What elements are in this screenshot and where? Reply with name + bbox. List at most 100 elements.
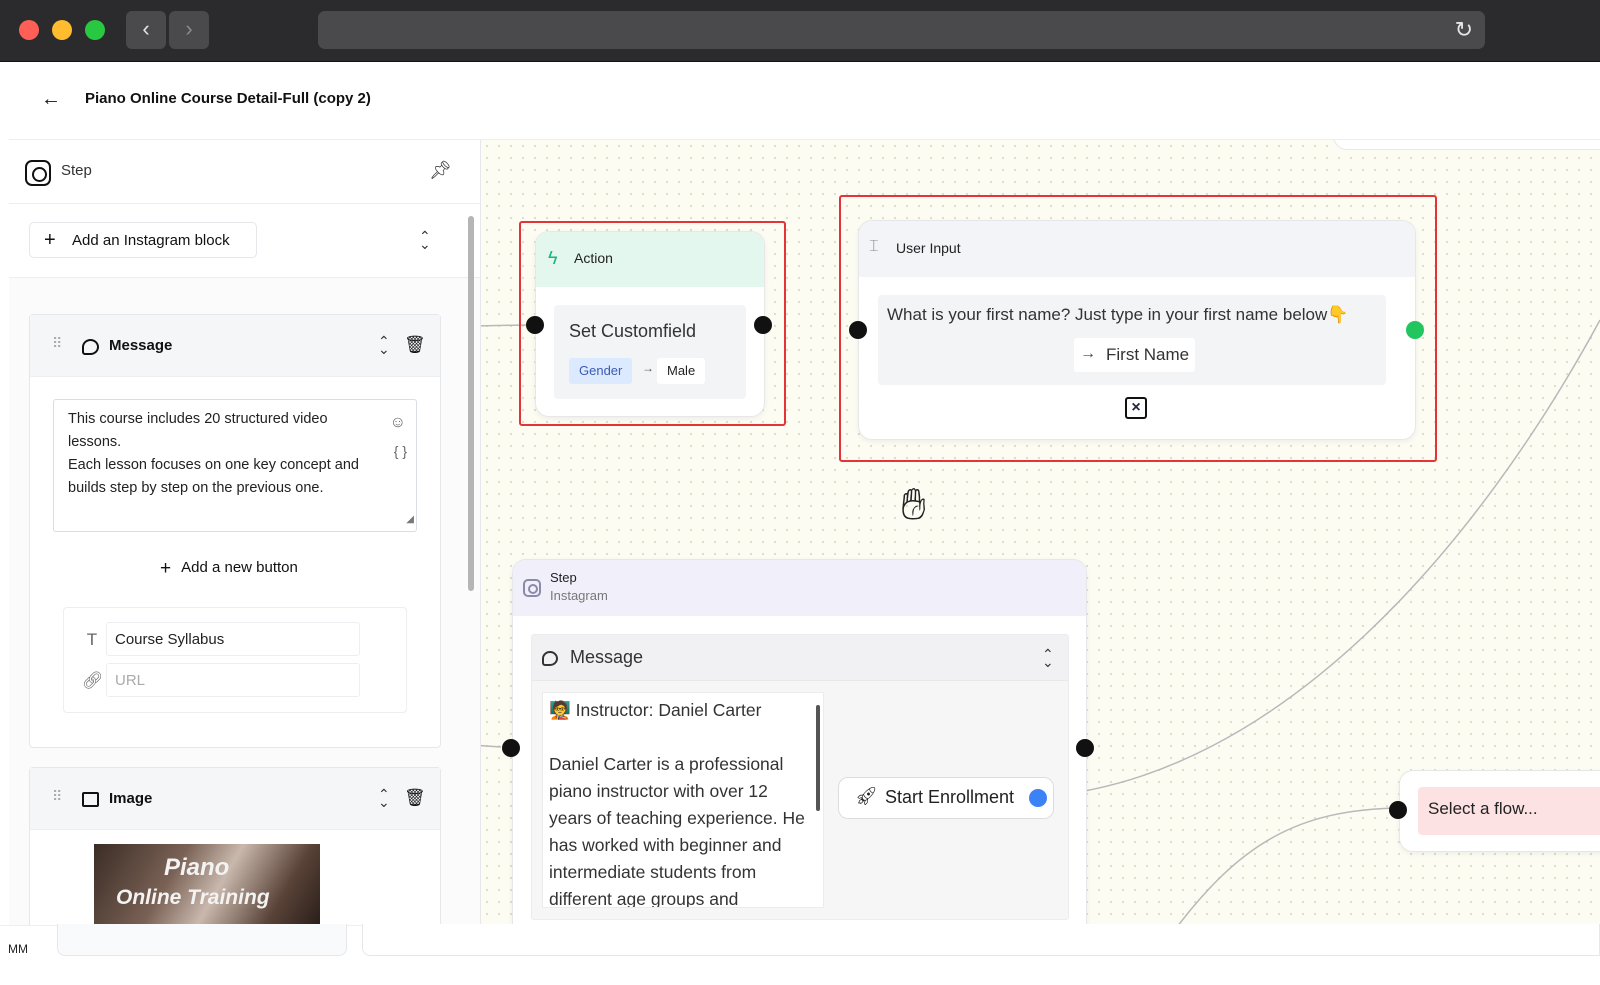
browser-chrome: ‹ › ↻ <box>0 0 1600 62</box>
action-node-header-label: Action <box>574 250 613 266</box>
action-title: Set Customfield <box>569 321 697 341</box>
user-input-question: What is your first name? Just type in yo… <box>887 305 1349 324</box>
message-block-title: Message <box>109 337 173 354</box>
thumbnail-text-line2: Online Training <box>116 886 270 909</box>
step-message-label: Message <box>570 647 644 667</box>
minimize-window-button[interactable] <box>52 20 72 40</box>
address-bar[interactable]: ↻ <box>318 11 1485 49</box>
pin-icon[interactable]: 📌︎ <box>429 160 452 181</box>
back-arrow-icon[interactable]: ← <box>41 88 61 111</box>
start-enrollment-button[interactable]: 🚀︎ Start Enrollment <box>838 777 1054 819</box>
step-output-port[interactable] <box>1076 739 1094 757</box>
collapse-toggle-icon[interactable]: ⌃ ⌄ <box>378 334 390 356</box>
thumbnail-text-line1: Piano <box>164 854 230 881</box>
collapse-toggle-icon[interactable]: ⌃ ⌄ <box>378 787 390 809</box>
user-input-input-port[interactable] <box>849 321 867 339</box>
message-textarea[interactable]: This course includes 20 structured video… <box>53 399 417 532</box>
footer-panel-right <box>362 924 1600 956</box>
start-enrollment-label: Start Enrollment <box>885 787 1015 807</box>
add-instagram-block-button[interactable]: + Add an Instagram block <box>29 222 257 258</box>
arrow-icon: → <box>642 361 654 375</box>
app-header: ← Piano Online Course Detail-Full (copy … <box>9 62 1600 140</box>
step-input-port[interactable] <box>502 739 520 757</box>
flow-canvas[interactable]: ϟ Action Set Customfield Gender → Male ⌶… <box>481 140 1600 935</box>
drag-handle-icon[interactable]: ⠿ <box>52 335 62 352</box>
text-type-icon: T <box>86 630 98 649</box>
user-input-question-box[interactable]: What is your first name? Just type in yo… <box>878 295 1386 385</box>
image-block-card: ⠿ Image ⌃ ⌄ 🗑︎ Piano Online Training <box>29 767 441 935</box>
message-text: This course includes 20 structured video… <box>68 411 359 496</box>
grab-hand-icon: ✋︎ <box>901 480 927 529</box>
wire-into-step <box>481 744 502 748</box>
instagram-icon <box>25 160 51 186</box>
panel-header: Step 📌︎ <box>9 140 480 204</box>
variable-braces-icon[interactable]: { } <box>394 440 407 463</box>
save-to-field-label: First Name <box>1106 345 1190 364</box>
emoji-icon[interactable]: ☺ <box>390 411 406 434</box>
wire-to-flow-node <box>1170 807 1399 935</box>
user-avatar[interactable]: MM <box>8 942 28 956</box>
step-message-header: Message ⌃ ⌄ <box>532 635 1068 681</box>
image-block-title: Image <box>109 790 153 807</box>
set-customfield-action[interactable]: Set Customfield Gender → Male <box>554 305 746 399</box>
add-block-row: + Add an Instagram block ⌃ ⌄ <box>9 204 480 278</box>
maximize-window-button[interactable] <box>85 20 105 40</box>
image-block-header: ⠿ Image ⌃ ⌄ 🗑︎ <box>30 768 440 830</box>
select-flow-node[interactable]: Select a flow... <box>1399 770 1600 852</box>
user-input-node-header-label: User Input <box>896 240 961 256</box>
offscreen-node[interactable] <box>1333 140 1600 150</box>
reload-icon[interactable]: ↻ <box>1455 17 1473 43</box>
link-icon: 🔗︎ <box>82 671 104 690</box>
image-icon <box>82 792 99 807</box>
add-new-button-label: Add a new button <box>181 559 298 576</box>
trash-icon[interactable]: 🗑︎ <box>404 335 426 355</box>
add-new-button[interactable]: + Add a new button <box>160 558 298 580</box>
user-input-node[interactable]: ⌶ User Input What is your first name? Ju… <box>858 220 1416 440</box>
rocket-icon: 🚀︎ <box>855 786 878 806</box>
instagram-step-node[interactable]: Step Instagram Message ⌃ ⌄ 🧑‍🏫 Instructor… <box>512 559 1087 935</box>
footer-panel-left <box>57 924 347 956</box>
button-url-row: 🔗︎ URL <box>82 663 382 699</box>
button-title-input[interactable]: Course Syllabus <box>106 622 360 656</box>
collapse-toggle-icon[interactable]: ⌃ ⌄ <box>1042 647 1054 669</box>
save-to-field-chip[interactable]: → First Name <box>1074 338 1196 372</box>
user-input-node-header: ⌶ User Input <box>859 221 1415 277</box>
flow-input-port[interactable] <box>1389 801 1407 819</box>
message-block-card: ⠿ Message ⌃ ⌄ 🗑︎ This course includes 20 … <box>29 314 441 748</box>
chevron-updown-icon[interactable]: ⌃ ⌄ <box>419 229 431 251</box>
step-node-header: Step Instagram <box>513 560 1086 616</box>
select-flow-field[interactable]: Select a flow... <box>1418 787 1600 835</box>
action-node[interactable]: ϟ Action Set Customfield Gender → Male <box>535 231 765 417</box>
action-node-header: ϟ Action <box>536 232 764 287</box>
button-url-input[interactable]: URL <box>106 663 360 697</box>
action-input-port[interactable] <box>526 316 544 334</box>
message-block-header: ⠿ Message ⌃ ⌄ 🗑︎ <box>30 315 440 377</box>
image-thumbnail[interactable]: Piano Online Training <box>94 844 320 924</box>
resize-handle-icon[interactable]: ◢ <box>406 508 414 531</box>
step-message-block[interactable]: Message ⌃ ⌄ 🧑‍🏫 Instructor: Daniel Carter… <box>531 634 1069 920</box>
input-cursor-icon: ⌶ <box>869 238 879 255</box>
enrollment-button-port[interactable] <box>1029 789 1047 807</box>
button-title-row: T Course Syllabus <box>82 622 382 658</box>
browser-forward-button[interactable]: › <box>169 11 209 49</box>
close-window-button[interactable] <box>19 20 39 40</box>
plus-icon: + <box>44 229 56 251</box>
chat-bubble-icon <box>82 339 99 355</box>
browser-back-button[interactable]: ‹ <box>126 11 166 49</box>
panel-scrollbar[interactable] <box>468 216 474 591</box>
arrow-right-icon: → <box>1080 345 1096 362</box>
step-message-scrollbar[interactable] <box>816 705 820 811</box>
plus-icon: + <box>160 558 172 579</box>
trash-icon[interactable]: 🗑︎ <box>404 788 426 808</box>
page-title: Piano Online Course Detail-Full (copy 2) <box>85 90 371 107</box>
user-input-output-port[interactable] <box>1406 321 1424 339</box>
close-icon[interactable]: × <box>1125 397 1147 419</box>
drag-handle-icon[interactable]: ⠿ <box>52 788 62 805</box>
add-block-label: Add an Instagram block <box>72 232 230 249</box>
step-editor-panel: Step 📌︎ + Add an Instagram block ⌃ ⌄ ⠿ Me… <box>9 140 481 935</box>
button-editor: T Course Syllabus 🔗︎ URL <box>63 607 407 713</box>
action-output-port[interactable] <box>754 316 772 334</box>
chat-bubble-icon <box>542 651 558 666</box>
step-message-text[interactable]: 🧑‍🏫 Instructor: Daniel Carter Daniel Car… <box>542 692 824 908</box>
customfield-name-chip: Gender <box>569 358 633 384</box>
